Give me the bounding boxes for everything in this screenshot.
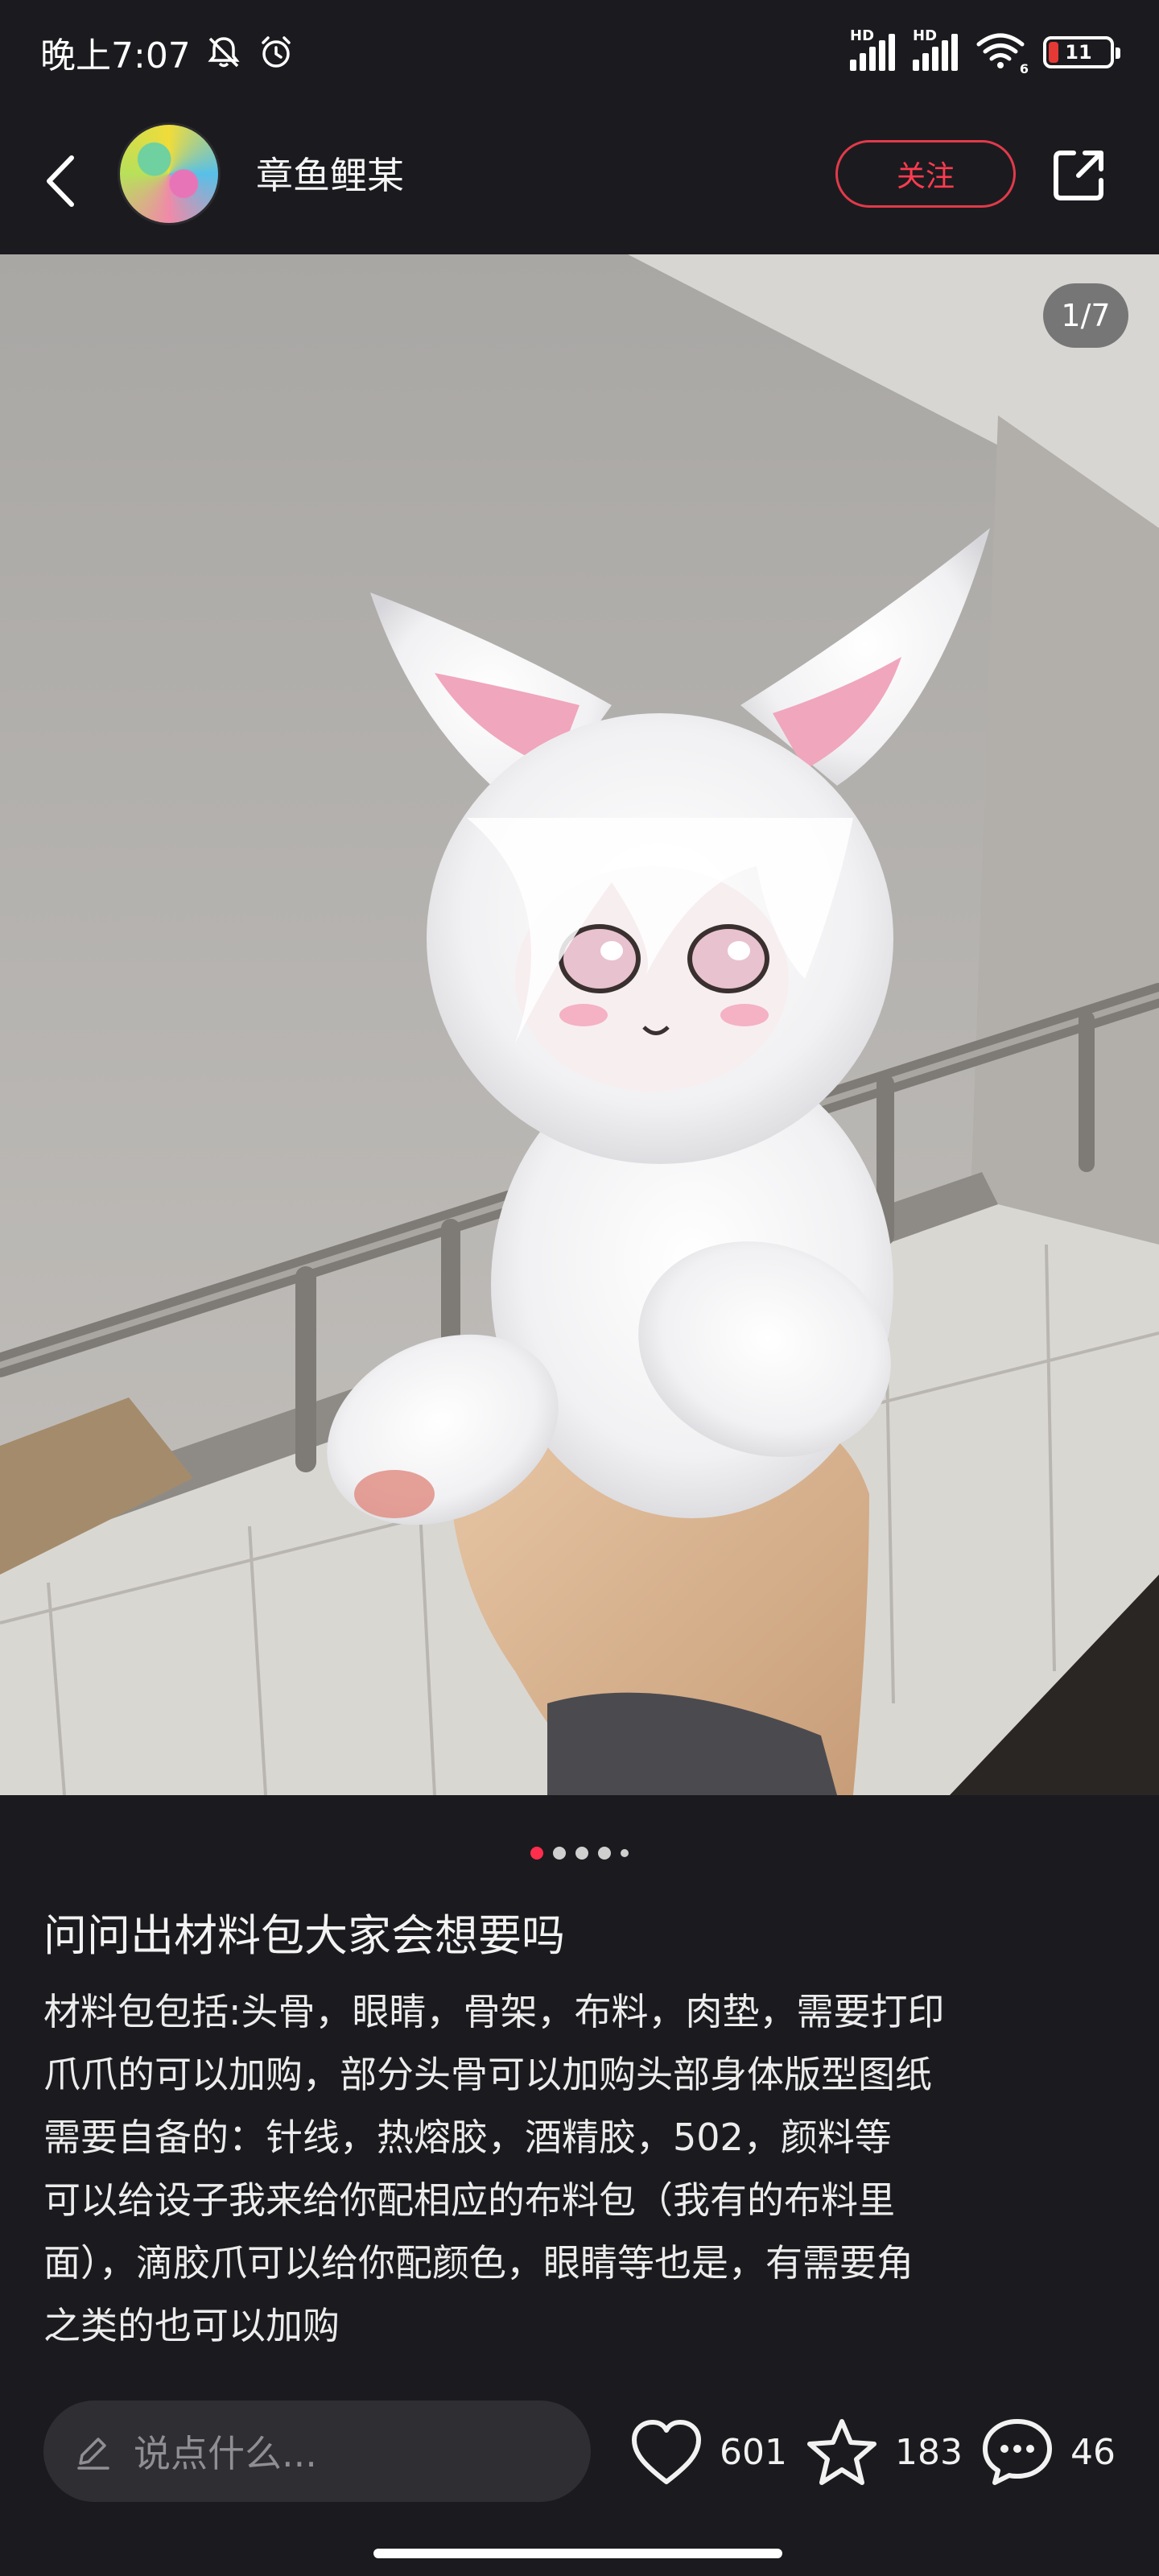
comment-count: 46 [1070, 2431, 1116, 2473]
back-button[interactable] [32, 145, 89, 217]
share-button[interactable] [1046, 143, 1111, 208]
post-line: 面），滴胶爪可以给你配颜色，眼睛等也是，有需要角 [43, 2241, 914, 2285]
image-counter: 1/7 [1043, 283, 1128, 348]
username[interactable]: 章鱼鲤某 [256, 147, 404, 200]
post-line: 需要自备的：针线，热熔胶，酒精胶，502，颜料等 [43, 2116, 892, 2159]
post-line: 可以给设子我来给你配相应的布料包（我有的布料里 [43, 2178, 895, 2222]
status-bar: 晚上7:07 HD HD 6 11 [0, 0, 1159, 105]
status-right: HD HD 6 11 [850, 27, 1120, 76]
favorite-button[interactable]: 183 [805, 2415, 963, 2489]
post-header: 章鱼鲤某 关注 [0, 105, 1159, 254]
carousel-dot-active[interactable] [530, 1847, 543, 1860]
like-count: 601 [720, 2431, 787, 2473]
favorite-count: 183 [895, 2431, 963, 2473]
chevron-left-icon [47, 155, 74, 207]
carousel-dot[interactable] [598, 1847, 611, 1860]
comment-placeholder: 说点什么... [134, 2432, 317, 2475]
pencil-icon [77, 2438, 109, 2470]
star-icon [807, 2419, 876, 2485]
wifi-icon: 6 [975, 31, 1029, 76]
carousel-indicator [0, 1842, 1159, 1864]
clock: 晚上7:07 [40, 35, 191, 76]
post-image[interactable]: 1/7 [0, 254, 1159, 1795]
battery-icon: 11 [1043, 36, 1120, 68]
battery-level: 11 [1065, 41, 1092, 64]
post-title: 问问出材料包大家会想要吗 [43, 1910, 565, 1961]
comment-bubble-icon [983, 2419, 1052, 2485]
follow-button[interactable]: 关注 [835, 140, 1016, 208]
plush-photo [0, 254, 1159, 1795]
avatar[interactable] [118, 122, 221, 225]
alarm-icon [257, 33, 295, 72]
signal-icon: HD [850, 27, 895, 71]
carousel-dot[interactable] [575, 1847, 588, 1860]
post-line: 爪爪的可以加购，部分头骨可以加购头部身体版型图纸 [43, 2053, 932, 2096]
comment-button[interactable]: 46 [980, 2415, 1116, 2489]
wifi-badge: 6 [1019, 61, 1029, 76]
mute-bell-icon [205, 34, 242, 71]
bottom-action-bar: 说点什么... 601 183 46 [0, 2370, 1159, 2576]
carousel-dot[interactable] [621, 1849, 629, 1857]
signal-icon: HD [913, 27, 958, 71]
status-left: 晚上7:07 [40, 27, 295, 78]
like-button[interactable]: 601 [629, 2415, 787, 2489]
carousel-dot[interactable] [553, 1847, 566, 1860]
home-indicator[interactable] [373, 2549, 782, 2558]
post-line: 材料包包括:头骨，眼睛，骨架，布料，肉垫，需要打印 [43, 1990, 945, 2033]
post-body: 材料包包括:头骨，眼睛，骨架，布料，肉垫，需要打印 爪爪的可以加购，部分头骨可以… [43, 1980, 1122, 2383]
comment-input[interactable]: 说点什么... [43, 2401, 591, 2502]
share-icon [1054, 151, 1103, 200]
heart-icon [632, 2420, 701, 2484]
post-line: 之类的也可以加购 [43, 2304, 340, 2347]
